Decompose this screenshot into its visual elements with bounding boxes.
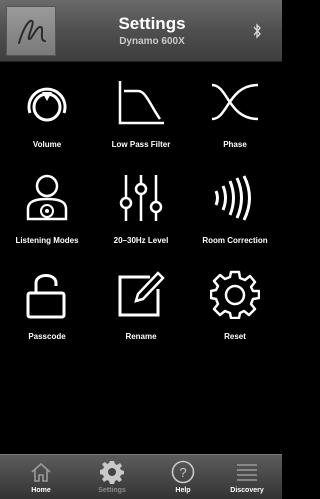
phase-button[interactable]: Phase [188,62,282,158]
header-bar: Settings Dynamo 600X [0,0,282,62]
bluetooth-icon [253,23,261,39]
padlock-icon [26,274,66,319]
tab-bar: Home Settings ? Help Discovery [0,454,282,499]
room-correction-icon [214,175,251,221]
tile-label: Volume [32,140,62,149]
rename-button[interactable]: Rename [94,254,188,350]
volume-dial-icon [27,87,67,122]
tab-discovery[interactable]: Discovery [212,455,282,499]
page-title: Settings [118,14,186,33]
listening-modes-icon [26,174,68,221]
volume-button[interactable]: Volume [0,62,94,158]
tile-label: Rename [125,332,157,341]
tile-label: 20–30Hz Level [113,236,169,245]
tile-label: Passcode [28,332,66,341]
device-name: Dynamo 600X [119,36,185,47]
tab-label: Home [31,487,51,494]
svg-text:?: ? [179,465,186,480]
reset-gear-icon [210,270,260,319]
settings-gear-icon [100,461,124,484]
tab-home[interactable]: Home [6,455,76,499]
tile-label: Listening Modes [15,236,79,245]
rename-pencil-icon [118,271,165,317]
level-sliders-icon [119,175,163,221]
phase-icon [211,83,259,121]
tile-label: Reset [224,332,246,341]
tab-label: Settings [98,487,126,494]
tile-label: Low Pass Filter [111,140,171,149]
reset-button[interactable]: Reset [188,254,282,350]
tile-label: Phase [223,140,247,149]
tab-settings[interactable]: Settings [77,455,147,499]
signature-logo-icon[interactable] [6,6,56,56]
tab-label: Discovery [230,487,264,494]
tab-help[interactable]: ? Help [148,455,218,499]
tab-label: Help [175,487,191,494]
low-pass-filter-icon [118,81,164,125]
listening-modes-button[interactable]: Listening Modes [0,158,94,254]
help-icon: ? [171,460,195,484]
discovery-list-icon [237,464,257,481]
room-correction-button[interactable]: Room Correction [188,158,282,254]
level-button[interactable]: 20–30Hz Level [94,158,188,254]
tile-label: Room Correction [202,236,268,245]
home-icon [31,462,51,482]
low-pass-filter-button[interactable]: Low Pass Filter [94,62,188,158]
passcode-button[interactable]: Passcode [0,254,94,350]
